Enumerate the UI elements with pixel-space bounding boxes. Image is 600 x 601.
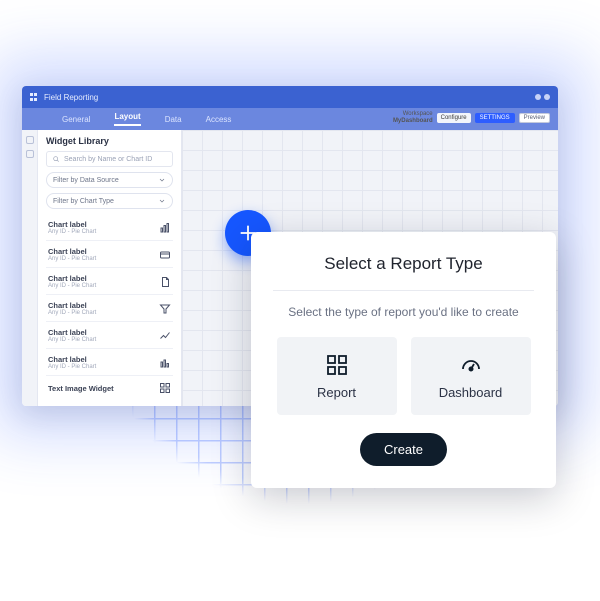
settings-button[interactable]: SETTINGS — [475, 113, 515, 123]
list-item[interactable]: Chart labelAny ID - Pie Chart — [46, 270, 173, 295]
rail-item[interactable] — [26, 136, 34, 144]
window-controls[interactable] — [535, 94, 550, 100]
rail-item[interactable] — [26, 150, 34, 158]
filter-chart-type[interactable]: Filter by Chart Type — [46, 193, 173, 209]
line-chart-icon — [159, 330, 171, 342]
divider — [273, 290, 534, 291]
chevron-down-icon — [158, 197, 166, 205]
funnel-icon — [159, 303, 171, 315]
list-item[interactable]: Chart labelAny ID - Pie Chart — [46, 216, 173, 241]
workspace-label: Workspace MyDashboard — [393, 111, 433, 125]
tab-general[interactable]: General — [62, 115, 90, 124]
app-switcher-icon[interactable] — [30, 93, 38, 101]
preview-button[interactable]: Preview — [519, 113, 550, 123]
sidebar-title: Widget Library — [46, 136, 173, 146]
tab-layout[interactable]: Layout — [114, 112, 140, 126]
document-icon — [159, 276, 171, 288]
chevron-down-icon — [158, 176, 166, 184]
menubar: General Layout Data Access Workspace MyD… — [22, 108, 558, 130]
list-item[interactable]: Chart labelAny ID - Pie Chart — [46, 297, 173, 322]
widget-library-sidebar: Widget Library Search by Name or Chart I… — [38, 130, 182, 406]
option-dashboard[interactable]: Dashboard — [411, 337, 531, 415]
gauge-icon — [459, 353, 483, 377]
bar-chart-icon — [159, 222, 171, 234]
app-title: Field Reporting — [44, 93, 98, 102]
bar-chart-icon — [159, 357, 171, 369]
configure-chip[interactable]: Configure — [437, 113, 471, 123]
list-item[interactable]: Text Image Widget — [46, 378, 173, 399]
tab-data[interactable]: Data — [165, 115, 182, 124]
option-label: Report — [317, 385, 356, 400]
grid-icon — [325, 353, 349, 377]
list-item[interactable]: Chart labelAny ID - Pie Chart — [46, 324, 173, 349]
card-icon — [159, 249, 171, 261]
modal-subtitle: Select the type of report you'd like to … — [273, 305, 534, 319]
titlebar: Field Reporting — [22, 86, 558, 108]
option-label: Dashboard — [439, 385, 503, 400]
tab-access[interactable]: Access — [206, 115, 232, 124]
grid-icon — [159, 382, 171, 394]
select-report-type-modal: Select a Report Type Select the type of … — [251, 232, 556, 488]
list-item[interactable]: Chart labelAny ID - Pie Chart — [46, 243, 173, 268]
widget-list: Chart labelAny ID - Pie Chart Chart labe… — [46, 216, 173, 399]
option-report[interactable]: Report — [277, 337, 397, 415]
search-input[interactable]: Search by Name or Chart ID — [46, 151, 173, 167]
modal-title: Select a Report Type — [273, 254, 534, 274]
list-item[interactable]: Chart labelAny ID - Pie Chart — [46, 351, 173, 376]
left-rail — [22, 130, 38, 406]
create-button[interactable]: Create — [360, 433, 447, 466]
filter-data-source[interactable]: Filter by Data Source — [46, 172, 173, 188]
search-icon — [52, 155, 60, 163]
